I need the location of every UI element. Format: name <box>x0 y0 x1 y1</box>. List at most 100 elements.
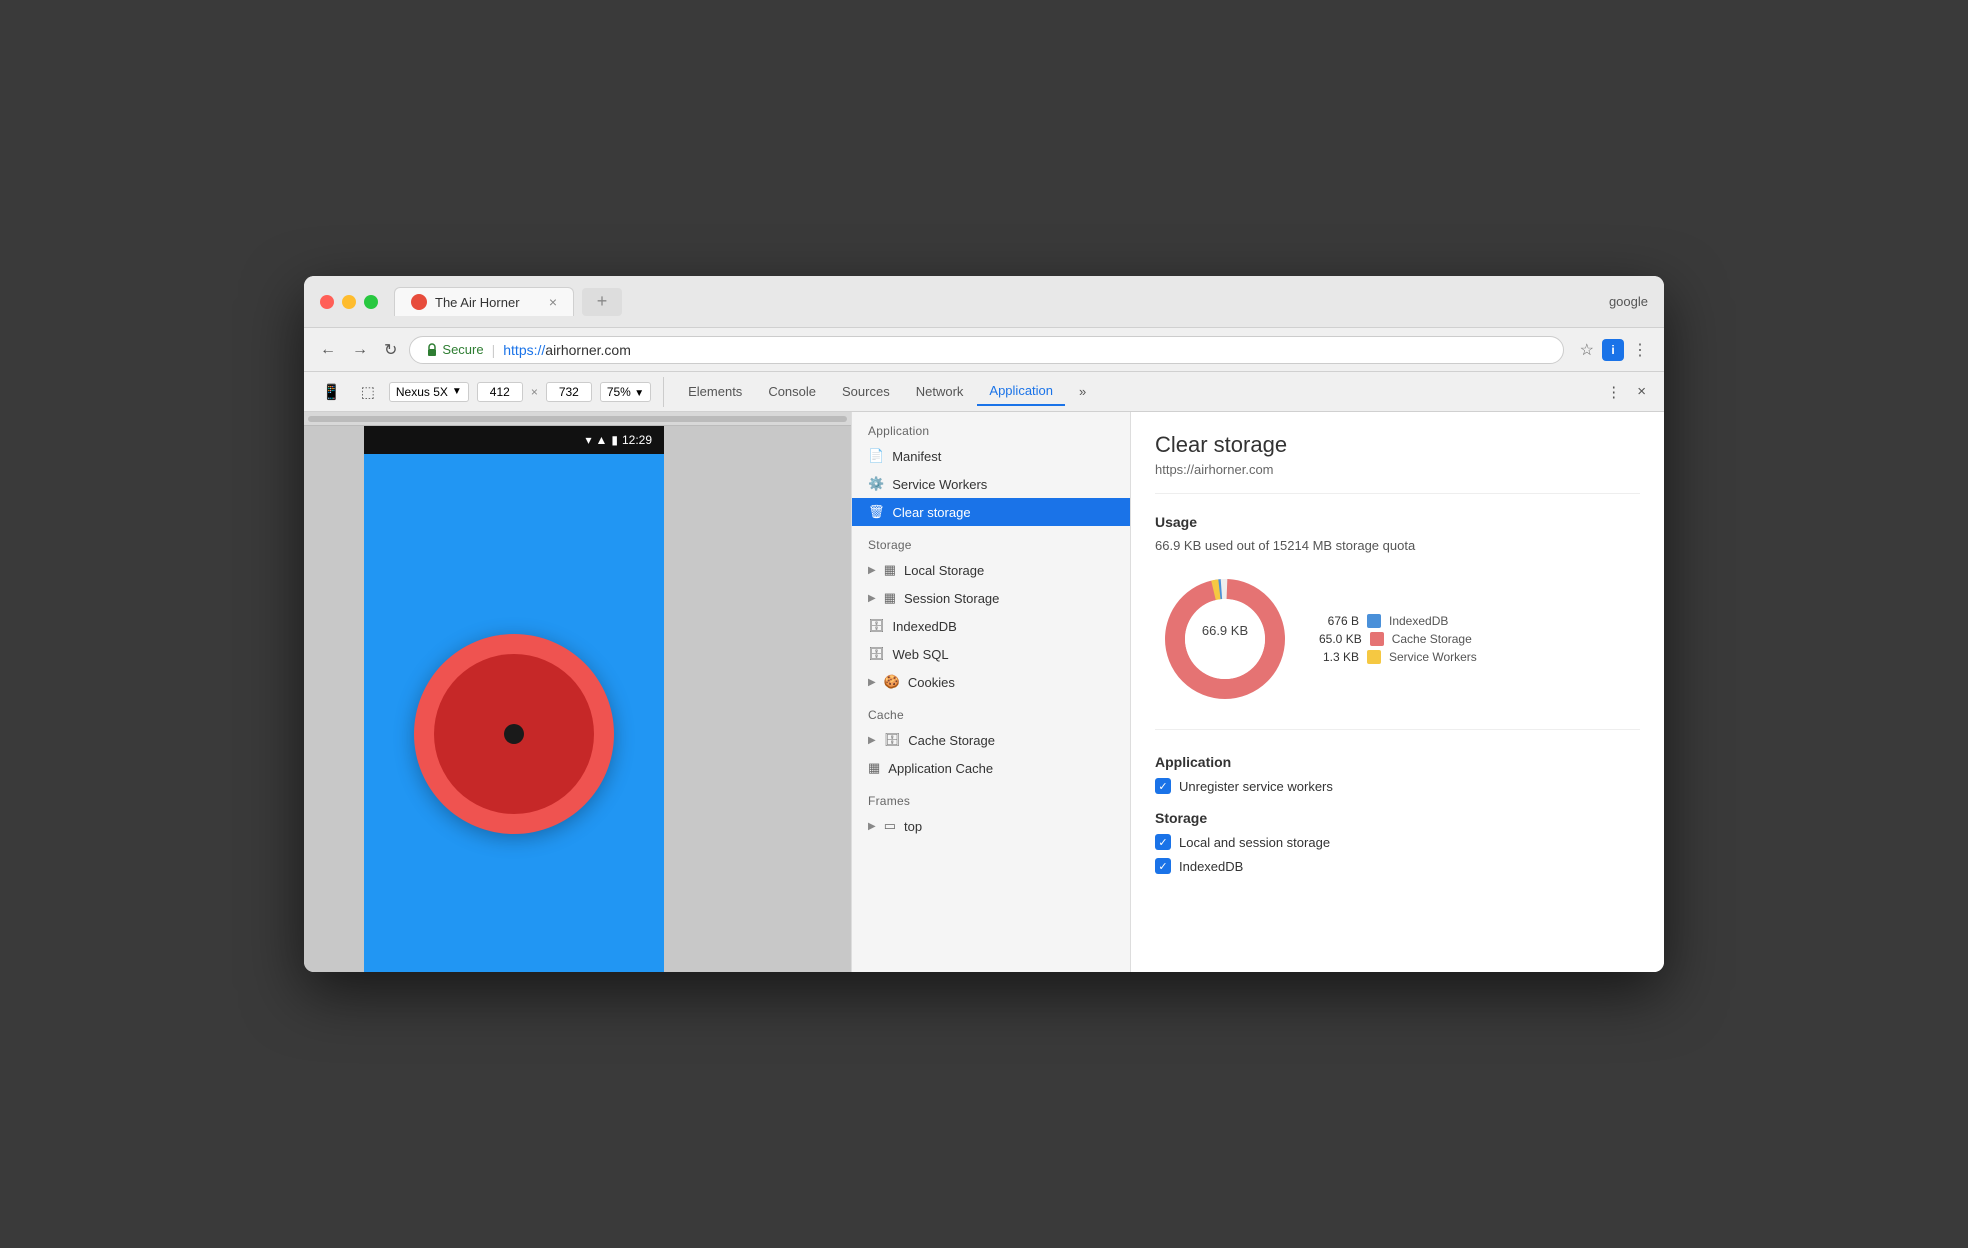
scrollbar-top <box>304 412 851 426</box>
address-bar: ← → ↻ Secure | https://airhorner.com ☆ i… <box>304 328 1664 372</box>
window-controls <box>320 295 378 309</box>
menu-button[interactable]: ⋮ <box>1628 336 1652 364</box>
sidebar-section-cache: Cache <box>852 696 1130 726</box>
tab-more[interactable]: » <box>1067 378 1098 405</box>
unregister-label: Unregister service workers <box>1179 779 1333 794</box>
clear-storage-label: Clear storage <box>893 505 971 520</box>
sidebar-item-cache-storage[interactable]: ▶ 🗄 Cache Storage <box>852 726 1130 754</box>
forward-button[interactable]: → <box>348 337 372 363</box>
cache-storage-label: Cache Storage <box>908 733 995 748</box>
local-storage-icon: ▦ <box>884 562 896 578</box>
sidebar-section-storage: Storage <box>852 526 1130 556</box>
devtools-actions: ⋮ × <box>1600 377 1652 407</box>
donut-chart: 66.9 KB <box>1155 569 1295 709</box>
cookies-arrow: ▶ <box>868 677 876 688</box>
web-sql-icon: 🗄 <box>868 646 885 662</box>
zoom-dropdown-icon: ▼ <box>634 388 644 399</box>
back-button[interactable]: ← <box>316 337 340 363</box>
clear-storage-icon: 🗑 <box>868 504 885 520</box>
sidebar-section-application: Application <box>852 412 1130 442</box>
legend-item-indexed-db: 676 B IndexedDB <box>1319 614 1477 628</box>
tab-favicon <box>411 294 427 310</box>
record-outer <box>414 634 614 834</box>
width-input[interactable] <box>477 382 523 402</box>
reload-button[interactable]: ↻ <box>380 336 401 364</box>
indexed-db-label: IndexedDB <box>1389 614 1477 628</box>
height-input[interactable] <box>546 382 592 402</box>
manifest-icon: 📄 <box>868 448 884 464</box>
service-workers-color <box>1367 650 1381 664</box>
app-cache-label: Application Cache <box>888 761 993 776</box>
unregister-service-workers-row: ✓ Unregister service workers <box>1155 778 1640 794</box>
close-button[interactable] <box>320 295 334 309</box>
storage-section: Storage ✓ Local and session storage ✓ In… <box>1155 810 1640 874</box>
sidebar-item-indexeddb[interactable]: 🗄 IndexedDB <box>852 612 1130 640</box>
zoom-select[interactable]: 75% ▼ <box>600 382 651 402</box>
phone-content <box>364 454 664 972</box>
maximize-button[interactable] <box>364 295 378 309</box>
top-icon: ▭ <box>884 818 896 834</box>
sidebar-item-top[interactable]: ▶ ▭ top <box>852 812 1130 840</box>
service-workers-value: 1.3 KB <box>1319 650 1359 664</box>
tab-elements[interactable]: Elements <box>676 378 754 405</box>
sidebar-item-local-storage[interactable]: ▶ ▦ Local Storage <box>852 556 1130 584</box>
url-domain: airhorner.com <box>545 342 631 358</box>
tab-sources[interactable]: Sources <box>830 378 902 405</box>
indexeddb-checkbox[interactable]: ✓ <box>1155 858 1171 874</box>
active-tab[interactable]: The Air Horner × <box>394 287 574 316</box>
local-session-checkbox[interactable]: ✓ <box>1155 834 1171 850</box>
panel-url: https://airhorner.com <box>1155 462 1640 494</box>
bookmark-button[interactable]: ☆ <box>1576 336 1598 364</box>
manifest-label: Manifest <box>892 449 941 464</box>
service-workers-icon: ⚙️ <box>868 476 884 492</box>
phone-preview: ▾ ▲ ▮ 12:29 <box>304 412 851 972</box>
signal-icon: ▲ <box>595 433 607 447</box>
google-profile[interactable]: google <box>1609 294 1648 309</box>
legend-item-cache-storage: 65.0 KB Cache Storage <box>1319 632 1477 646</box>
tab-application[interactable]: Application <box>977 377 1065 406</box>
sidebar-item-clear-storage[interactable]: 🗑 Clear storage <box>852 498 1130 526</box>
main-content: ▾ ▲ ▮ 12:29 Application 📄 <box>304 412 1664 972</box>
address-actions: ☆ i ⋮ <box>1576 336 1652 364</box>
cookies-label: Cookies <box>908 675 955 690</box>
sidebar-item-web-sql[interactable]: 🗄 Web SQL <box>852 640 1130 668</box>
scroll-track[interactable] <box>308 416 847 422</box>
close-devtools-button[interactable]: × <box>1631 377 1652 406</box>
device-toolbar: 📱 ⬚ Nexus 5X ▼ × 75% ▼ <box>316 377 664 407</box>
device-toggle-button[interactable]: 📱 <box>316 377 347 407</box>
minimize-button[interactable] <box>342 295 356 309</box>
url-prefix: https:// <box>503 342 545 358</box>
storage-section-title: Storage <box>1155 810 1640 826</box>
indexeddb-check-icon: ✓ <box>1158 860 1167 873</box>
usage-chart-area: 66.9 KB 676 B IndexedDB 65.0 KB Cache S <box>1155 569 1640 730</box>
devtools-bar: 📱 ⬚ Nexus 5X ▼ × 75% ▼ Elements Console … <box>304 372 1664 412</box>
sidebar-item-session-storage[interactable]: ▶ ▦ Session Storage <box>852 584 1130 612</box>
title-bar: The Air Horner × + google <box>304 276 1664 328</box>
indexed-db-value: 676 B <box>1319 614 1359 628</box>
cache-storage-color <box>1370 632 1384 646</box>
local-storage-arrow: ▶ <box>868 565 876 576</box>
address-input[interactable]: Secure | https://airhorner.com <box>409 336 1563 364</box>
sidebar-item-service-workers[interactable]: ⚙️ Service Workers <box>852 470 1130 498</box>
sidebar-item-manifest[interactable]: 📄 Manifest <box>852 442 1130 470</box>
top-arrow: ▶ <box>868 821 876 832</box>
inspect-button[interactable]: ⬚ <box>355 377 381 407</box>
sidebar-item-cookies[interactable]: ▶ 🍪 Cookies <box>852 668 1130 696</box>
device-dropdown-icon: ▼ <box>452 386 462 397</box>
extension-button[interactable]: i <box>1602 339 1624 361</box>
unregister-checkbox[interactable]: ✓ <box>1155 778 1171 794</box>
tab-bar: The Air Horner × + <box>394 287 1609 316</box>
tab-network[interactable]: Network <box>904 378 976 405</box>
device-select[interactable]: Nexus 5X ▼ <box>389 382 469 402</box>
secure-label: Secure <box>442 342 483 357</box>
tab-close-button[interactable]: × <box>549 294 557 310</box>
dimension-separator: × <box>531 385 538 399</box>
new-tab-button[interactable]: + <box>582 288 622 316</box>
sidebar-section-frames: Frames <box>852 782 1130 812</box>
tab-console[interactable]: Console <box>756 378 828 405</box>
more-options-button[interactable]: ⋮ <box>1600 377 1627 407</box>
sidebar-item-application-cache[interactable]: ▦ Application Cache <box>852 754 1130 782</box>
usage-title: Usage <box>1155 514 1640 530</box>
indexed-db-color <box>1367 614 1381 628</box>
application-section-title: Application <box>1155 754 1640 770</box>
